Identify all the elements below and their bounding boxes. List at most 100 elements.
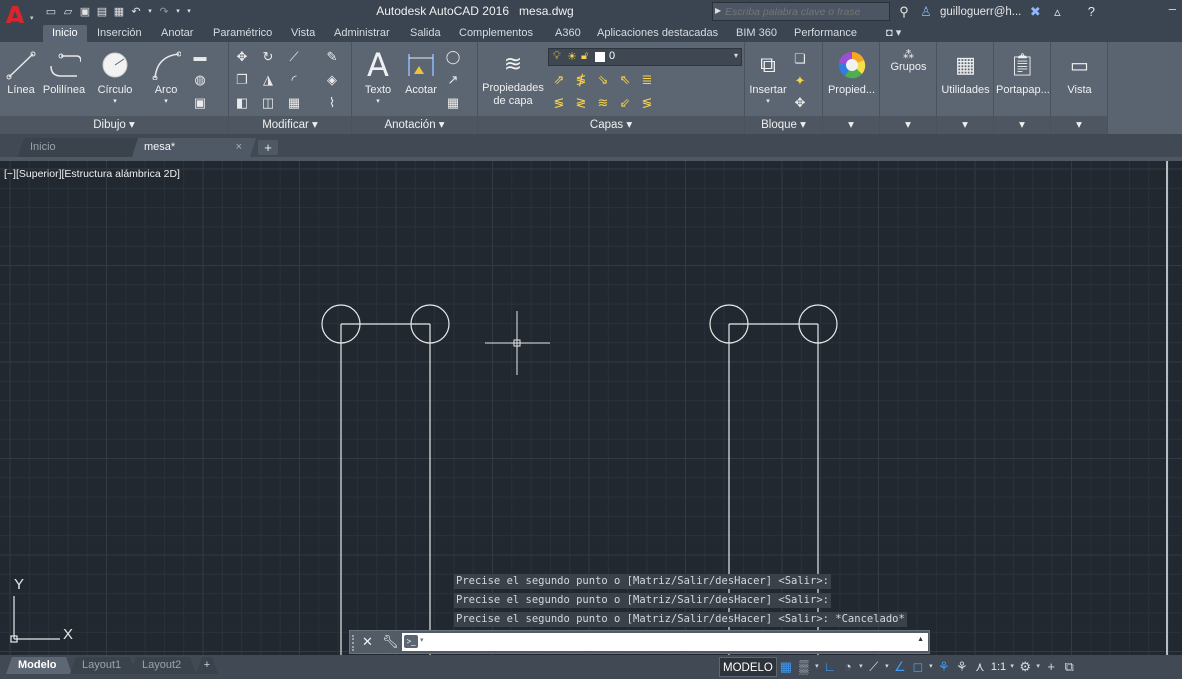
panel-title-vista-dropdown-icon[interactable]: ▾ xyxy=(1051,116,1107,134)
layout-tab-layout2[interactable]: Layout2 xyxy=(130,657,196,674)
layout-tab-layout1[interactable]: Layout1 xyxy=(70,657,136,674)
panel-title-dibujo[interactable]: Dibujo ▾ xyxy=(0,116,228,134)
portapapeles-button[interactable]: 📋︎ Portapap... xyxy=(996,46,1050,97)
tab-vista[interactable]: Vista xyxy=(291,25,315,42)
save-icon[interactable]: ▣ xyxy=(78,5,92,19)
tab-performance[interactable]: Performance xyxy=(794,25,857,42)
scale-dropdown-icon[interactable]: ▾ xyxy=(1008,657,1016,677)
fillet-icon[interactable]: ◜ xyxy=(285,71,303,89)
table-icon[interactable]: ▦ xyxy=(444,94,462,112)
close-tab-icon[interactable]: × xyxy=(236,138,242,157)
rectangle-icon[interactable]: ▬ xyxy=(191,48,209,66)
recent-commands-dropdown-icon[interactable]: ▾ xyxy=(420,636,424,644)
move-icon[interactable]: ✥ xyxy=(233,48,251,66)
snap-mode-icon[interactable]: ▒ xyxy=(795,657,813,677)
tab-a360[interactable]: A360 xyxy=(555,25,581,42)
tab-complementos[interactable]: Complementos xyxy=(459,25,533,42)
panel-title-anotacion[interactable]: Anotación ▾ xyxy=(352,116,477,134)
ribbon-display-toggle-icon[interactable]: ◘ ▾ xyxy=(886,25,901,42)
customize-qat-icon[interactable]: ▾ xyxy=(185,5,193,19)
exchange-icon[interactable]: ✖ xyxy=(1027,4,1043,20)
panel-title-grupos-dropdown-icon[interactable]: ▾ xyxy=(880,116,936,134)
explode-icon[interactable]: ◈ xyxy=(323,71,341,89)
model-space-button[interactable]: MODELO xyxy=(719,657,777,677)
layer-tool-3-icon[interactable]: ⇘ xyxy=(594,71,612,89)
print-icon[interactable]: ▦ xyxy=(112,5,126,19)
stretch-icon[interactable]: ◧ xyxy=(233,94,251,112)
ortho-mode-icon[interactable]: ∟ xyxy=(821,657,839,677)
viewport-controls[interactable]: [−][Superior][Estructura alámbrica 2D] xyxy=(4,168,180,180)
user-name[interactable]: guilloguerr@h... xyxy=(940,6,1021,18)
binoculars-icon[interactable]: ⚲ xyxy=(896,4,912,20)
array-icon[interactable]: ▦ xyxy=(285,94,303,112)
panel-title-modificar[interactable]: Modificar ▾ xyxy=(229,116,351,134)
command-line-grip[interactable] xyxy=(352,635,357,651)
help-icon[interactable]: ? xyxy=(1083,4,1099,20)
tab-aplicaciones-destacadas[interactable]: Aplicaciones destacadas xyxy=(597,25,718,42)
search-expand-icon[interactable]: ▶ xyxy=(715,6,721,15)
autodesk-360-icon[interactable]: ▵ xyxy=(1049,4,1065,20)
vista-button[interactable]: ▭ Vista xyxy=(1053,46,1106,97)
object-snap-dropdown-icon[interactable]: ▾ xyxy=(927,657,935,677)
acotar-button[interactable]: Acotar xyxy=(402,46,440,97)
mirror-icon[interactable]: ◮ xyxy=(259,71,277,89)
layer-dropdown[interactable]: 💡︎ ☀ 🔓︎ 0 ▾ xyxy=(548,48,742,66)
panel-title-propiedades-dropdown-icon[interactable]: ▾ xyxy=(823,116,879,134)
layer-tool-9-icon[interactable]: ⇙ xyxy=(616,94,634,112)
multileader-icon[interactable]: ↗ xyxy=(444,71,462,89)
annotation-visibility-icon[interactable]: ⚘ xyxy=(935,657,953,677)
customize-command-line-icon[interactable]: 🔧︎ xyxy=(382,634,399,650)
block-attributes-icon[interactable]: ✥ xyxy=(791,94,809,112)
copy-icon[interactable]: ❐ xyxy=(233,71,251,89)
drawing-canvas[interactable]: Y X [−][Superior][Estructura alámbrica 2… xyxy=(0,161,1182,655)
workspace-switching-icon[interactable]: ⚙ xyxy=(1016,657,1034,677)
minimize-button[interactable]: – xyxy=(1169,1,1176,16)
tab-anotar[interactable]: Anotar xyxy=(161,25,193,42)
insertar-button[interactable]: ⧉ Insertar ▾ xyxy=(747,46,789,105)
tab-inicio[interactable]: Inicio xyxy=(43,25,87,42)
tab-administrar[interactable]: Administrar xyxy=(334,25,390,42)
region-icon[interactable]: ▣ xyxy=(191,94,209,112)
layer-tool-1-icon[interactable]: ⇗ xyxy=(550,71,568,89)
polilinea-button[interactable]: Polilínea xyxy=(40,46,88,97)
annotation-scale-value[interactable]: 1:1 xyxy=(989,657,1008,677)
search-box[interactable]: ▶ xyxy=(712,2,890,21)
circulo-dropdown-icon[interactable]: ▾ xyxy=(94,97,136,105)
add-icon[interactable]: + xyxy=(1042,657,1060,677)
linea-button[interactable]: Línea xyxy=(4,46,38,97)
object-snap-icon[interactable]: ◻ xyxy=(909,657,927,677)
file-tab-inicio[interactable]: Inicio xyxy=(18,138,138,157)
texto-dropdown-icon[interactable]: ▾ xyxy=(362,97,394,105)
arco-dropdown-icon[interactable]: ▾ xyxy=(148,97,184,105)
command-prompt-icon[interactable]: >_ xyxy=(404,635,418,648)
command-input[interactable]: >_ ▾ ▲ xyxy=(402,633,928,651)
layer-tool-6-icon[interactable]: ≶ xyxy=(550,94,568,112)
new-tab-button[interactable]: + xyxy=(258,140,278,155)
table-left-leg[interactable] xyxy=(321,304,450,655)
offset-icon[interactable]: ⌇ xyxy=(323,94,341,112)
workspace-dropdown-icon[interactable]: ▾ xyxy=(1034,657,1042,677)
tab-insercion[interactable]: Inserción xyxy=(97,25,142,42)
layer-tool-5-icon[interactable]: ≣ xyxy=(638,71,656,89)
redo-dropdown-icon[interactable]: ▾ xyxy=(174,5,182,19)
tab-salida[interactable]: Salida xyxy=(410,25,441,42)
user-icon[interactable]: ♙ xyxy=(918,4,934,20)
texto-button[interactable]: A Texto ▾ xyxy=(362,46,394,105)
auto-scale-icon[interactable]: ⚘ xyxy=(953,657,971,677)
snap-dropdown-icon[interactable]: ▾ xyxy=(813,657,821,677)
erase-icon[interactable]: ✎ xyxy=(323,48,341,66)
edit-block-icon[interactable]: ✦ xyxy=(791,72,809,90)
arco-button[interactable]: Arco ▾ xyxy=(148,46,184,105)
isodraft-dropdown-icon[interactable]: ▾ xyxy=(883,657,891,677)
propiedades-button[interactable]: Propied... xyxy=(825,46,878,97)
tab-bim360[interactable]: BIM 360 xyxy=(736,25,777,42)
panel-title-capas[interactable]: Capas ▾ xyxy=(478,116,744,134)
undo-dropdown-icon[interactable]: ▾ xyxy=(146,5,154,19)
scale-icon[interactable]: ◫ xyxy=(259,94,277,112)
layer-tool-2-icon[interactable]: ≸ xyxy=(572,71,590,89)
polar-dropdown-icon[interactable]: ▾ xyxy=(857,657,865,677)
leader-icon[interactable]: ◯ xyxy=(444,48,462,66)
search-input[interactable] xyxy=(725,4,885,19)
layer-tool-7-icon[interactable]: ≷ xyxy=(572,94,590,112)
customization-icon[interactable]: ⧉ xyxy=(1060,657,1078,677)
